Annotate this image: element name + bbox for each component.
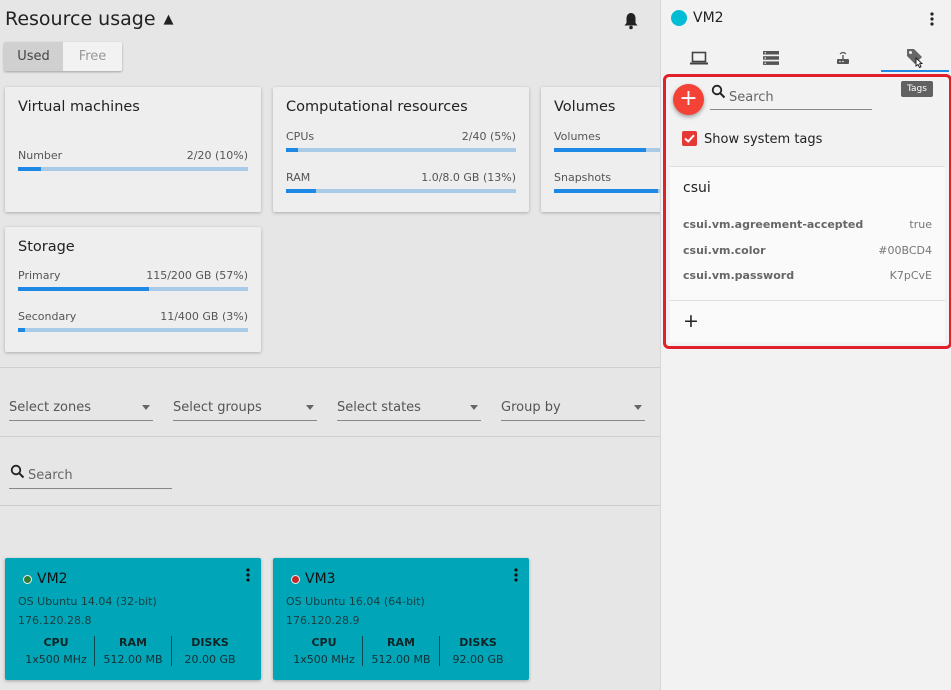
tag-row[interactable]: csui.vm.color #00BCD4	[683, 244, 932, 257]
vm-search-input[interactable]: Search	[9, 462, 172, 489]
card-title: Storage	[18, 239, 75, 255]
show-system-tags-checkbox[interactable]	[682, 131, 697, 146]
used-button[interactable]: Used	[4, 42, 63, 71]
progress-bar	[554, 148, 660, 152]
divider	[0, 367, 660, 368]
plus-icon: +	[679, 86, 698, 111]
dropdown-arrow-icon	[142, 405, 150, 410]
vm-usage-card: Virtual machines Number 2/20 (10%)	[5, 87, 261, 212]
tab-tags[interactable]	[881, 44, 949, 72]
dropdown-arrow-icon	[306, 405, 314, 410]
metric-primary: Primary 115/200 GB (57%)	[18, 269, 248, 291]
progress-bar	[554, 189, 660, 193]
free-button[interactable]: Free	[63, 42, 122, 71]
more-vert-icon[interactable]	[246, 568, 250, 582]
card-title: Computational resources	[286, 99, 468, 115]
divider	[0, 436, 660, 437]
storage-usage-card: Storage Primary 115/200 GB (57%) Secondar…	[5, 227, 261, 352]
dropdown-arrow-icon	[634, 405, 642, 410]
progress-bar	[286, 189, 516, 193]
more-vert-icon[interactable]	[930, 12, 934, 26]
progress-bar	[18, 167, 248, 171]
tags-search-input[interactable]: Search	[710, 84, 872, 110]
vm-sidebar: VM2 Tags + Search Show system tags csui …	[660, 0, 951, 690]
page-title[interactable]: Resource usage ▲	[5, 8, 174, 30]
volumes-usage-card: Volumes Volumes Snapshots	[541, 87, 660, 212]
add-tag-button[interactable]: +	[673, 84, 704, 115]
check-icon	[684, 134, 695, 143]
metric-cpus: CPUs 2/40 (5%)	[286, 130, 516, 152]
laptop-icon	[690, 51, 708, 65]
vm-card[interactable]: VM2 OS Ubuntu 14.04 (32-bit) 176.120.28.…	[5, 558, 261, 680]
tag-group-title: csui	[683, 180, 711, 196]
used-free-toggle: Used Free	[4, 42, 122, 71]
progress-bar	[286, 148, 516, 152]
divider	[0, 505, 660, 506]
progress-bar	[18, 287, 248, 291]
chevron-up-icon[interactable]: ▲	[164, 12, 174, 27]
status-dot	[23, 575, 32, 584]
add-tag-to-group-button[interactable]: +	[683, 310, 699, 332]
router-icon	[837, 51, 849, 64]
tag-row[interactable]: csui.vm.agreement-accepted true	[683, 218, 932, 231]
vm-card[interactable]: VM3 OS Ubuntu 16.04 (64-bit) 176.120.28.…	[273, 558, 529, 680]
tab-vm[interactable]	[665, 44, 733, 72]
vm-stats: CPU 1x500 MHz RAM 512.00 MB DISKS 20.00 GB	[18, 636, 248, 666]
show-system-tags-label: Show system tags	[704, 132, 823, 147]
sidebar-vm-name: VM2	[693, 10, 724, 26]
tags-tooltip: Tags	[901, 81, 933, 97]
search-icon	[10, 464, 25, 479]
card-title: Virtual machines	[18, 99, 140, 115]
metric-volumes: Volumes	[554, 130, 660, 152]
vm-color-dot	[671, 10, 687, 26]
zones-select[interactable]: Select zones	[9, 398, 153, 421]
metric-ram: RAM 1.0/8.0 GB (13%)	[286, 171, 516, 193]
groups-select[interactable]: Select groups	[173, 398, 317, 421]
group-by-select[interactable]: Group by	[501, 398, 645, 421]
metric-number: Number 2/20 (10%)	[18, 149, 248, 171]
tag-group-card: csui csui.vm.agreement-accepted true csui…	[670, 166, 945, 342]
metric-secondary: Secondary 11/400 GB (3%)	[18, 310, 248, 332]
more-vert-icon[interactable]	[514, 568, 518, 582]
main-area: Resource usage ▲ Used Free Virtual machin…	[0, 0, 660, 690]
vm-stats: CPU 1x500 MHz RAM 512.00 MB DISKS 92.00 GB	[286, 636, 516, 666]
card-title: Volumes	[554, 99, 616, 115]
search-icon	[711, 84, 726, 99]
divider	[670, 300, 945, 301]
tag-row[interactable]: csui.vm.password K7pCvE	[683, 269, 932, 282]
sidebar-tabs	[661, 44, 951, 72]
progress-bar	[18, 328, 248, 332]
metric-snapshots: Snapshots	[554, 171, 660, 193]
storage-icon	[763, 51, 779, 65]
states-select[interactable]: Select states	[337, 398, 481, 421]
tag-icon	[907, 49, 924, 68]
bell-icon[interactable]	[623, 12, 639, 30]
status-dot	[291, 575, 300, 584]
dropdown-arrow-icon	[470, 405, 478, 410]
tab-storage[interactable]	[737, 44, 805, 72]
tab-network[interactable]	[809, 44, 877, 72]
compute-usage-card: Computational resources CPUs 2/40 (5%) RA…	[273, 87, 529, 212]
